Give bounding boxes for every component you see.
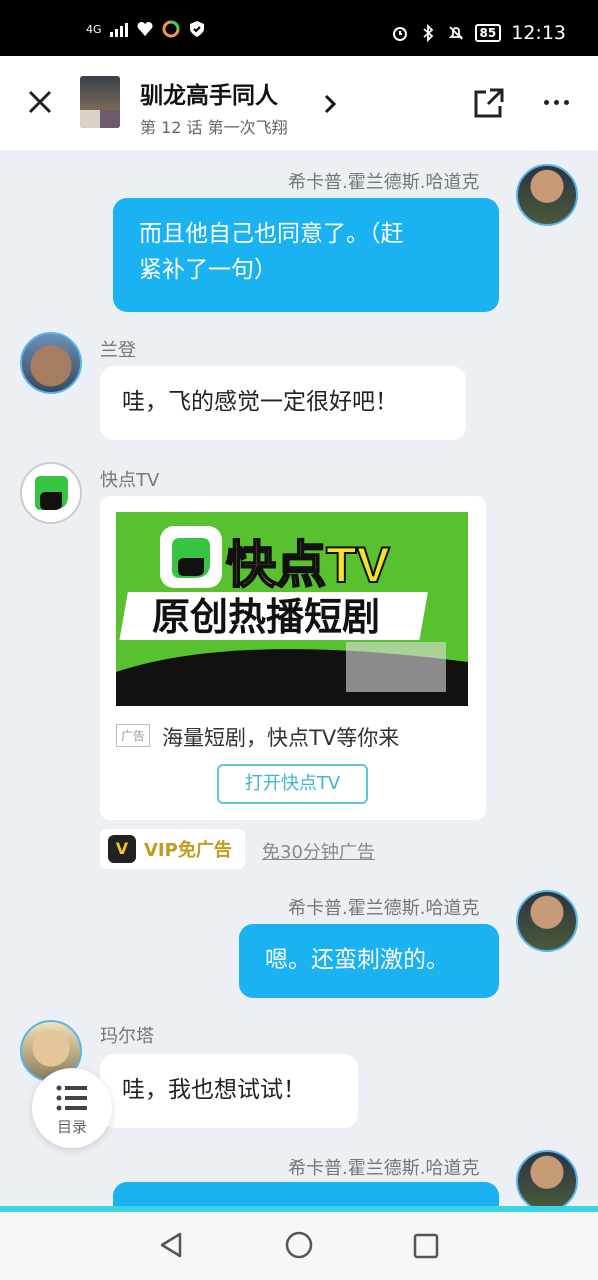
sender-name: 希卡普.霍兰德斯.哈道克 bbox=[288, 172, 480, 193]
chat-bubble: 哇，我也想试试！ bbox=[100, 1054, 358, 1128]
message-text: 紧补了一句） bbox=[139, 257, 277, 283]
more-options-icon[interactable] bbox=[544, 100, 569, 105]
ad-banner-title: 快点TV bbox=[226, 537, 391, 593]
skip-ads-link[interactable]: 免30分钟广告 bbox=[262, 838, 375, 864]
ad-banner-graphic: 快点TV 原创热播短剧 bbox=[116, 512, 468, 706]
close-icon[interactable] bbox=[26, 88, 54, 116]
ad-banner-slogan: 原创热播短剧 bbox=[152, 597, 380, 639]
shield-icon bbox=[189, 21, 204, 37]
message-text: 嗯。还蛮刺激的。 bbox=[265, 947, 449, 973]
list-icon bbox=[56, 1085, 87, 1111]
sender-name: 玛尔塔 bbox=[100, 1026, 154, 1047]
system-navigation-bar bbox=[0, 1212, 598, 1280]
toc-label: 目录 bbox=[56, 1118, 87, 1136]
avatar[interactable] bbox=[516, 890, 578, 952]
back-icon[interactable] bbox=[156, 1230, 186, 1260]
message-text: 而且他自己也同意了。（赶 bbox=[139, 221, 404, 247]
recent-apps-icon[interactable] bbox=[412, 1232, 440, 1260]
share-icon[interactable] bbox=[472, 86, 506, 120]
network-type: 4G bbox=[86, 22, 102, 36]
message-text: 哇，飞的感觉一定很好吧！ bbox=[122, 389, 398, 415]
ad-banner-image[interactable]: 快点TV 原创热播短剧 bbox=[116, 512, 468, 706]
ad-label-badge: 广告 bbox=[116, 724, 151, 747]
chat-bubble: 嗯。还蛮刺激的。 bbox=[239, 924, 499, 998]
message-text: 哇，我也想试试！ bbox=[122, 1077, 306, 1103]
sender-name: 兰登 bbox=[100, 340, 136, 361]
alarm-icon bbox=[392, 27, 407, 41]
avatar[interactable] bbox=[516, 1150, 578, 1212]
sender-name: 希卡普.霍兰德斯.哈道克 bbox=[288, 1158, 480, 1179]
clock: 12:13 bbox=[511, 22, 566, 44]
chat-bubble: 而且他自己也同意了。（赶 紧补了一句） bbox=[113, 198, 499, 312]
app-colors-icon bbox=[162, 20, 180, 38]
top-bar: 驯龙高手同人 第 12 话 第一次飞翔 bbox=[0, 56, 598, 150]
ad-card[interactable]: 快点TV 原创热播短剧 广告 海量短剧，快点TV等你来 打开快点TV bbox=[100, 496, 486, 820]
chevron-right-icon[interactable] bbox=[320, 92, 340, 116]
episode-subtitle[interactable]: 第 12 话 第一次飞翔 bbox=[140, 114, 288, 138]
table-of-contents-button[interactable]: 目录 bbox=[32, 1068, 112, 1148]
comic-cover-thumbnail[interactable] bbox=[80, 76, 120, 128]
vip-crown-icon: V bbox=[108, 835, 136, 863]
comic-title[interactable]: 驯龙高手同人 bbox=[140, 76, 278, 110]
signal-icon bbox=[109, 21, 128, 37]
vip-no-ads-button[interactable]: V VIP免广告 bbox=[100, 829, 245, 869]
bluetooth-icon bbox=[422, 24, 433, 42]
kuaidian-logo-icon bbox=[35, 476, 68, 510]
ad-description[interactable]: 海量短剧，快点TV等你来 bbox=[162, 722, 399, 752]
vip-label: VIP免广告 bbox=[144, 840, 232, 861]
health-icon bbox=[137, 21, 153, 36]
avatar[interactable] bbox=[516, 164, 578, 226]
battery-icon: 85 bbox=[474, 24, 502, 42]
open-app-button[interactable]: 打开快点TV bbox=[217, 764, 368, 804]
avatar[interactable] bbox=[20, 462, 82, 524]
sender-name: 希卡普.霍兰德斯.哈道克 bbox=[288, 898, 480, 919]
status-bar: 4G 85 12:13 bbox=[0, 0, 598, 56]
home-icon[interactable] bbox=[284, 1230, 314, 1260]
mute-bell-icon bbox=[448, 26, 463, 40]
sender-name: 快点TV bbox=[100, 470, 160, 491]
avatar[interactable] bbox=[20, 332, 82, 394]
chat-bubble: 哇，飞的感觉一定很好吧！ bbox=[100, 366, 466, 440]
